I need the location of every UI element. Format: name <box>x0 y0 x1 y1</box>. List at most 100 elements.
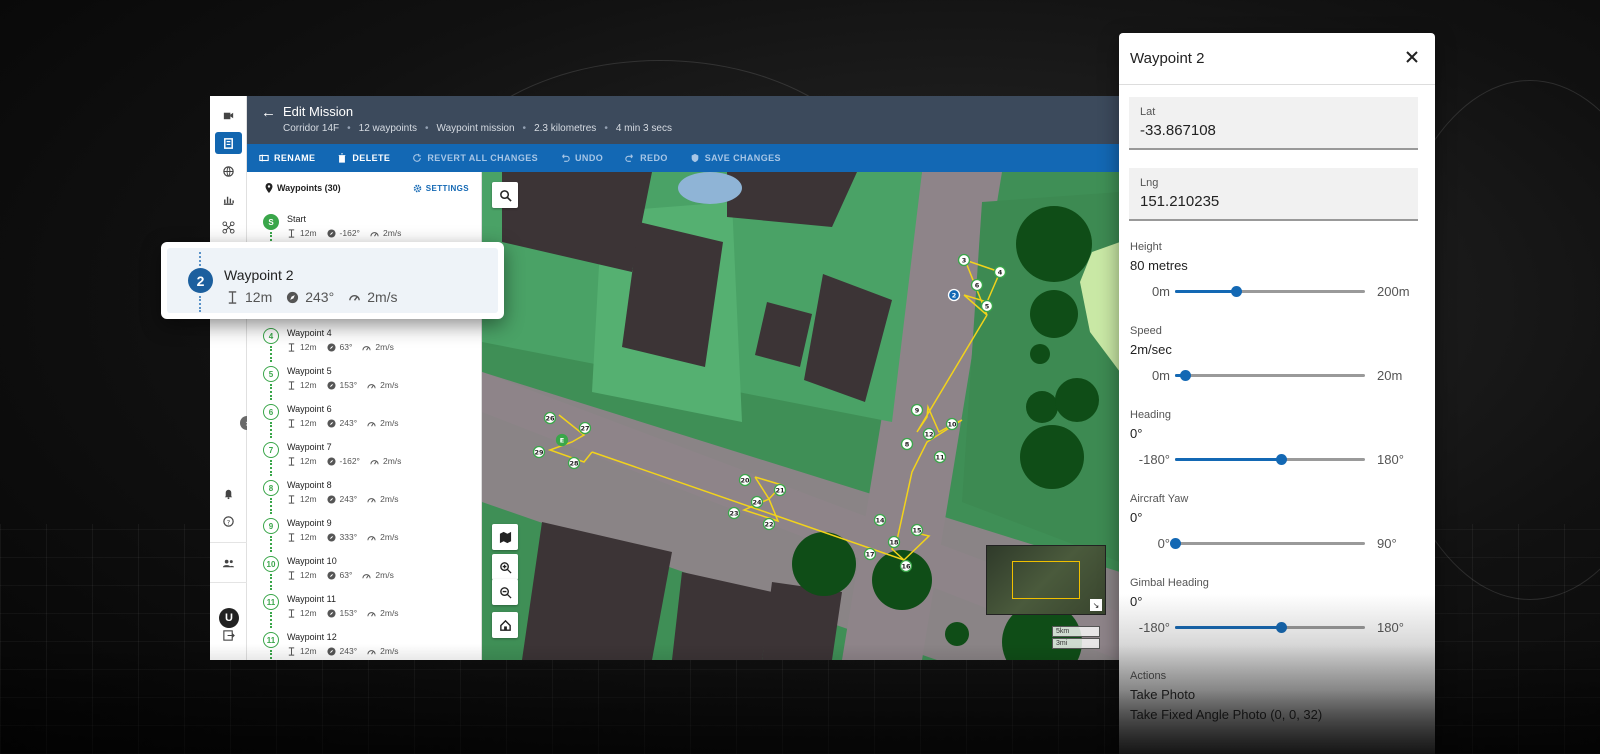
waypoint-marker[interactable]: 6 <box>970 278 984 292</box>
slider-control[interactable]: -180° 180° <box>1130 613 1419 641</box>
waypoint-marker[interactable]: 29 <box>532 445 546 459</box>
waypoint-marker[interactable]: 15 <box>910 523 924 537</box>
waypoint-marker[interactable]: 3 <box>957 253 971 267</box>
save-changes-button[interactable]: SAVE CHANGES <box>690 153 781 163</box>
lat-field[interactable]: Lat -33.867108 <box>1129 97 1418 150</box>
minimap-expand-icon[interactable]: ↘ <box>1090 599 1102 611</box>
map-layers-button[interactable] <box>492 524 518 550</box>
map-home-button[interactable] <box>492 612 518 638</box>
slider-max: 180° <box>1377 620 1404 635</box>
waypoint-marker[interactable]: 12 <box>922 427 936 441</box>
waypoint-list-item[interactable]: 4 Waypoint 4 12m 63° 2m/s <box>247 323 481 362</box>
compass-icon <box>287 291 299 303</box>
waypoint-list-item[interactable]: 8 Waypoint 8 12m 243° 2m/s <box>247 475 481 514</box>
waypoint-list-item[interactable]: 9 Waypoint 9 12m 333° 2m/s <box>247 513 481 552</box>
slider-track[interactable] <box>1175 454 1365 465</box>
waypoint-list-item[interactable]: 11 Waypoint 12 12m 243° 2m/s <box>247 627 481 660</box>
waypoint-marker[interactable]: 21 <box>773 483 787 497</box>
delete-button[interactable]: DELETE <box>337 153 390 163</box>
zoom-out-button[interactable] <box>492 579 518 605</box>
slider-thumb[interactable] <box>1170 538 1181 549</box>
slider-value: 2m/sec <box>1130 342 1172 357</box>
rail-analytics-icon[interactable] <box>215 188 242 210</box>
slider-track[interactable] <box>1175 370 1365 381</box>
waypoint-marker[interactable]: E <box>555 433 569 447</box>
rail-help-icon[interactable]: ? <box>215 510 242 532</box>
selected-waypoint-card[interactable]: 2 Waypoint 2 12m 243° 2m/s <box>161 242 504 319</box>
back-arrow-icon[interactable]: ← <box>261 104 276 121</box>
waypoint-marker[interactable]: 10 <box>945 417 959 431</box>
heading-stat: 243° <box>286 289 334 305</box>
waypoint-marker[interactable]: 23 <box>727 506 741 520</box>
lat-value[interactable]: -33.867108 <box>1140 122 1216 139</box>
heading-value: 333° <box>339 532 358 542</box>
slider-control[interactable]: -180° 180° <box>1130 445 1419 473</box>
waypoint-marker[interactable]: 26 <box>543 411 557 425</box>
lng-field[interactable]: Lng 151.210235 <box>1129 168 1418 221</box>
pin-icon <box>265 183 273 193</box>
waypoint-marker[interactable]: 24 <box>750 495 764 509</box>
slider-track[interactable] <box>1175 622 1365 633</box>
waypoint-marker[interactable]: 11 <box>933 450 947 464</box>
mission-map[interactable]: 3 4 2 6 5 9 10 8 12 11 26 27 E 29 28 20 21 24 23 22 14 15 18 17… <box>482 172 1120 660</box>
map-scale-bar: 5km 3mi <box>1052 626 1100 650</box>
slider-thumb[interactable] <box>1276 622 1288 633</box>
slider-thumb[interactable] <box>1179 370 1191 381</box>
waypoint-marker[interactable]: 14 <box>873 513 887 527</box>
revert-button[interactable]: REVERT ALL CHANGES <box>412 153 538 163</box>
rail-fleet-icon[interactable] <box>215 216 242 238</box>
speed-stat: 2m/s <box>367 380 399 390</box>
speedometer-icon <box>370 231 379 236</box>
waypoint-marker[interactable]: 16 <box>899 559 913 573</box>
waypoint-marker[interactable]: 5 <box>980 299 994 313</box>
slider-max: 200m <box>1377 284 1410 299</box>
waypoint-stats: 12m 63° 2m/s <box>287 342 394 352</box>
slider-thumb[interactable] <box>1276 454 1288 465</box>
rail-missions-icon[interactable] <box>215 132 242 154</box>
rail-globe-icon[interactable] <box>215 160 242 182</box>
waypoint-badge: 11 <box>263 594 279 610</box>
action-item[interactable]: Take Fixed Angle Photo (0, 0, 32) <box>1130 707 1322 722</box>
waypoint-marker[interactable]: 28 <box>567 456 581 470</box>
waypoint-list-item[interactable]: 11 Waypoint 11 12m 153° 2m/s <box>247 589 481 628</box>
lng-value[interactable]: 151.210235 <box>1140 193 1219 210</box>
zoom-out-icon <box>499 586 512 599</box>
waypoint-marker[interactable]: 22 <box>762 517 776 531</box>
map-search-button[interactable] <box>492 182 518 208</box>
rail-notifications-icon[interactable] <box>215 482 242 504</box>
redo-button[interactable]: REDO <box>625 153 668 163</box>
waypoint-list-item[interactable]: 5 Waypoint 5 12m 153° 2m/s <box>247 361 481 400</box>
waypoint-marker[interactable]: 27 <box>578 421 592 435</box>
waypoint-marker-label: 20 <box>740 477 750 485</box>
slider-control[interactable]: 0° 90° <box>1130 529 1419 557</box>
rail-logout-icon[interactable] <box>215 624 242 646</box>
waypoint-marker[interactable]: 17 <box>863 547 877 561</box>
zoom-in-button[interactable] <box>492 554 518 580</box>
rail-drone-icon[interactable] <box>215 104 242 126</box>
waypoint-count-label: Waypoints (30) <box>265 183 341 193</box>
waypoint-marker[interactable]: 20 <box>738 473 752 487</box>
slider-track[interactable] <box>1170 538 1365 549</box>
waypoint-marker[interactable]: 18 <box>887 535 901 549</box>
close-icon[interactable] <box>1403 48 1421 66</box>
waypoint-marker[interactable]: 9 <box>910 403 924 417</box>
waypoint-marker[interactable]: 4 <box>993 265 1007 279</box>
slider-thumb[interactable] <box>1230 286 1242 297</box>
action-item[interactable]: Take Photo <box>1130 687 1322 702</box>
waypoint-marker[interactable]: 8 <box>900 437 914 451</box>
rename-button[interactable]: RENAME <box>259 153 315 163</box>
overview-minimap[interactable]: ↘ <box>986 545 1106 615</box>
slider-control[interactable]: 0m 200m <box>1130 277 1419 305</box>
undo-button[interactable]: UNDO <box>560 153 603 163</box>
rail-team-icon[interactable] <box>215 552 242 574</box>
height-value: 12m <box>300 228 317 238</box>
waypoint-list-item[interactable]: 7 Waypoint 7 12m -162° 2m/s <box>247 437 481 476</box>
mission-editor-window: › ? U ← Edit Mission Corridor 14F• 12 wa… <box>210 96 1120 660</box>
slider-control[interactable]: 0m 20m <box>1130 361 1419 389</box>
waypoint-marker[interactable]: 2 <box>947 288 961 302</box>
slider-track[interactable] <box>1175 286 1365 297</box>
waypoint-list-item[interactable]: 10 Waypoint 10 12m 63° 2m/s <box>247 551 481 590</box>
heading-stat: 63° <box>326 570 352 580</box>
settings-button[interactable]: SETTINGS <box>413 184 469 193</box>
waypoint-list-item[interactable]: 6 Waypoint 6 12m 243° 2m/s <box>247 399 481 438</box>
